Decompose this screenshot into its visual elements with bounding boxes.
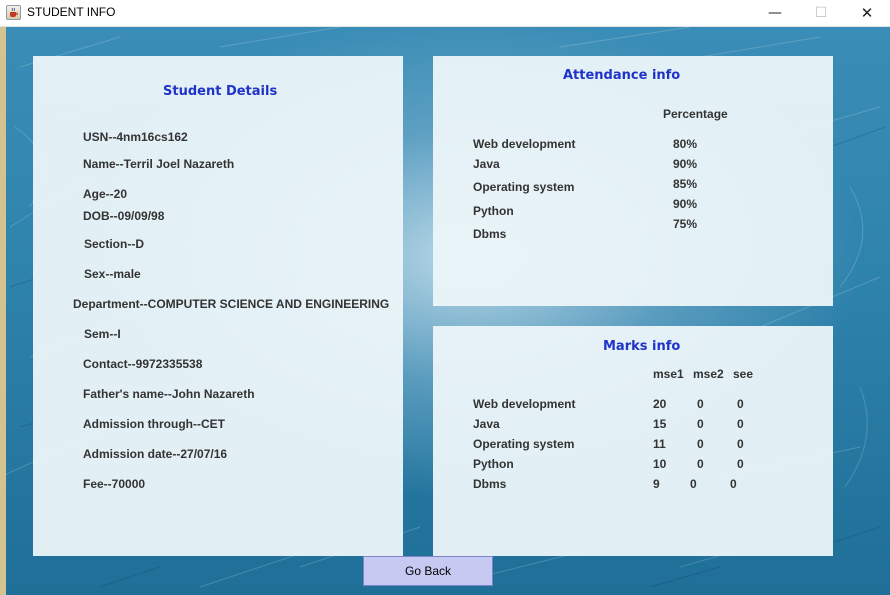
attendance-subject: Dbms	[473, 227, 507, 241]
mse1-header: mse1	[653, 367, 684, 381]
window-title: STUDENT INFO	[27, 5, 116, 19]
dob-label: DOB--09/09/98	[83, 209, 165, 223]
fee-label: Fee--70000	[83, 477, 146, 491]
marks-subject: Python	[473, 457, 514, 471]
mse1-value: 20	[653, 397, 667, 411]
mse1-value: 9	[653, 477, 660, 491]
see-value: 0	[737, 417, 744, 431]
section-label: Section--D	[84, 237, 144, 251]
maximize-button[interactable]: ☐	[798, 0, 844, 26]
close-button[interactable]: ✕	[844, 0, 890, 26]
attendance-subject: Web development	[473, 137, 576, 151]
marks-title: Marks info	[603, 339, 681, 354]
mse2-value: 0	[697, 437, 704, 451]
see-value: 0	[737, 437, 744, 451]
mse2-value: 0	[697, 417, 704, 431]
mse1-value: 11	[653, 437, 666, 451]
minimize-icon: —	[768, 5, 782, 21]
attendance-percentage: 80%	[673, 137, 698, 151]
see-header: see	[733, 367, 754, 381]
attendance-panel: Attendance info Percentage Web developme…	[433, 56, 833, 306]
attendance-percentage: 90%	[673, 197, 698, 211]
see-value: 0	[737, 457, 744, 471]
mse2-header: mse2	[693, 367, 724, 381]
mse1-value: 15	[653, 417, 667, 431]
admission-through-label: Admission through--CET	[83, 417, 225, 431]
marks-subject: Java	[473, 417, 500, 431]
contact-label: Contact--9972335538	[83, 357, 203, 371]
mse2-value: 0	[690, 477, 697, 491]
see-value: 0	[737, 397, 744, 411]
mse2-value: 0	[697, 397, 704, 411]
go-back-button[interactable]: Go Back	[363, 556, 493, 586]
mse2-value: 0	[697, 457, 704, 471]
attendance-title: Attendance info	[563, 68, 681, 83]
attendance-subject: Operating system	[473, 180, 575, 194]
mse1-value: 10	[653, 457, 667, 471]
window-edge	[0, 27, 6, 595]
attendance-subject: Python	[473, 204, 514, 218]
marks-panel: Marks info mse1 mse2 see Web development…	[433, 326, 833, 556]
department-label: Department--COMPUTER SCIENCE AND ENGINEE…	[73, 297, 390, 311]
student-details-title: Student Details	[163, 84, 278, 99]
marks-subject: Web development	[473, 397, 576, 411]
age-label: Age--20	[83, 187, 128, 201]
java-cup-icon	[6, 5, 21, 20]
attendance-percentage: 85%	[673, 177, 698, 191]
usn-label: USN--4nm16cs162	[83, 130, 188, 144]
sem-label: Sem--I	[84, 327, 121, 341]
name-label: Name--Terril Joel Nazareth	[83, 157, 235, 171]
maximize-icon: ☐	[814, 5, 828, 21]
marks-subject: Operating system	[473, 437, 575, 451]
marks-subject: Dbms	[473, 477, 507, 491]
title-bar: STUDENT INFO — ☐ ✕	[0, 0, 890, 27]
student-details-panel: Student Details USN--4nm16cs162 Name--Te…	[33, 56, 403, 556]
minimize-button[interactable]: —	[752, 0, 798, 26]
percentage-header: Percentage	[663, 107, 728, 121]
sex-label: Sex--male	[84, 267, 141, 281]
close-icon: ✕	[860, 4, 874, 22]
attendance-subject: Java	[473, 157, 500, 171]
attendance-percentage: 90%	[673, 157, 698, 171]
see-value: 0	[730, 477, 737, 491]
attendance-percentage: 75%	[673, 217, 698, 231]
father-name-label: Father's name--John Nazareth	[83, 387, 255, 401]
admission-date-label: Admission date--27/07/16	[83, 447, 228, 461]
